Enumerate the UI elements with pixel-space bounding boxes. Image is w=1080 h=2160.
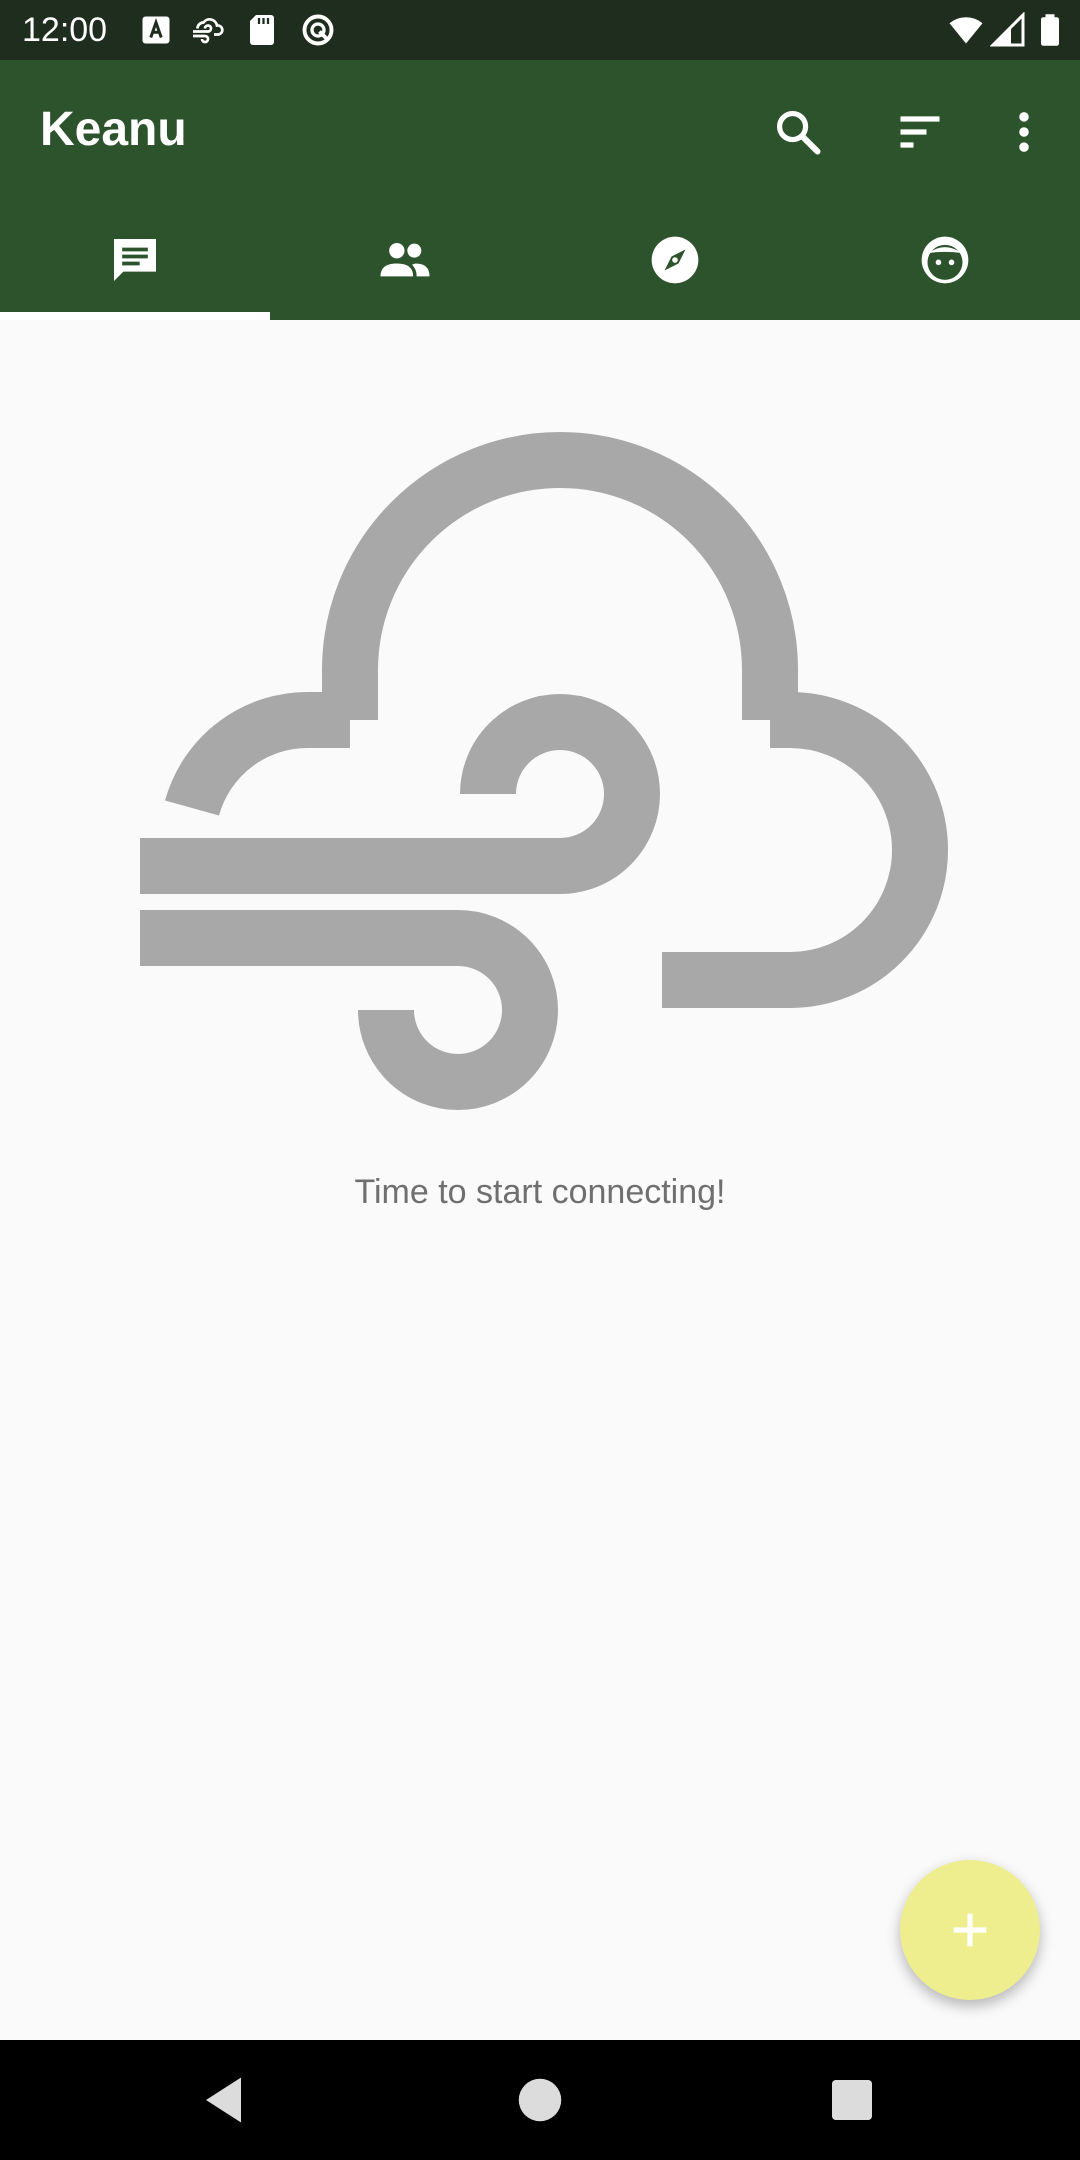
plus-icon [953, 1913, 987, 1947]
battery-icon [1032, 12, 1068, 48]
sort-icon [900, 116, 940, 148]
cloud-wind-icon [190, 12, 226, 48]
recents-icon [832, 2080, 872, 2120]
font-a-icon [138, 12, 174, 48]
blocked-circle-icon [300, 12, 336, 48]
wifi-icon [948, 12, 984, 48]
app-bar: Keanu [0, 60, 1080, 320]
search-icon [776, 110, 821, 155]
tab-profile[interactable] [810, 200, 1080, 320]
back-icon [206, 2077, 241, 2123]
face-icon [921, 236, 969, 284]
people-icon [380, 242, 430, 277]
compass-icon [651, 236, 699, 284]
back-button[interactable] [186, 2060, 266, 2140]
tab-explore[interactable] [540, 200, 810, 320]
sort-button[interactable] [884, 96, 956, 168]
status-bar: 12:00 [0, 0, 1080, 60]
windy-cloud-icon [130, 420, 950, 1120]
recents-button[interactable] [812, 2060, 892, 2140]
empty-state-message: Time to start connecting! [354, 1173, 726, 1211]
selected-tab-indicator [0, 312, 270, 320]
cellular-signal-icon [990, 12, 1026, 48]
app-title: Keanu [40, 103, 187, 156]
tab-chats[interactable] [0, 200, 270, 320]
sd-card-icon [244, 12, 280, 48]
chat-icon [114, 239, 156, 281]
system-nav-bar [0, 2040, 1080, 2160]
more-options-button[interactable] [988, 96, 1060, 168]
home-icon [518, 2078, 562, 2122]
more-vert-icon [1019, 112, 1029, 152]
home-button[interactable] [500, 2060, 580, 2140]
new-conversation-fab[interactable] [900, 1860, 1040, 2000]
status-time: 12:00 [22, 11, 108, 49]
tab-bar [0, 200, 1080, 320]
tab-contacts[interactable] [270, 200, 540, 320]
screen: 12:00 Keanu Time to start connecting! [0, 0, 1080, 2160]
search-button[interactable] [762, 96, 834, 168]
